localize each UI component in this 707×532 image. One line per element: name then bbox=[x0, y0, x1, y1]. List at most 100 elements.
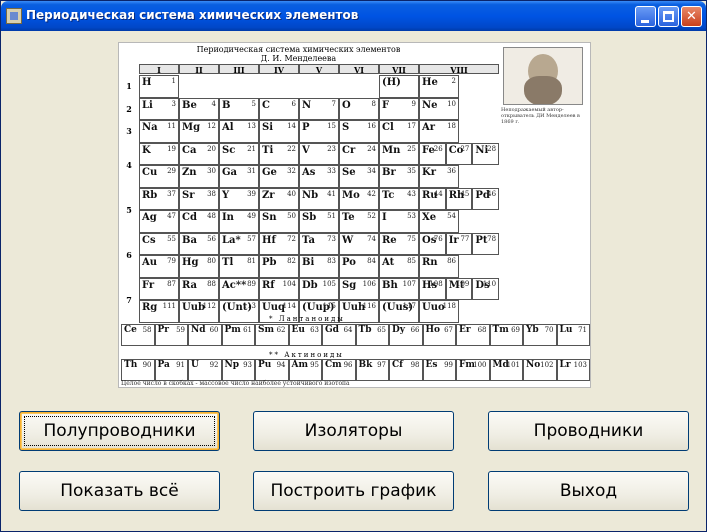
atomic-number: 66 bbox=[410, 326, 420, 334]
atomic-number: 30 bbox=[207, 167, 216, 175]
element-cell: Ru 44 bbox=[419, 187, 446, 210]
element-symbol: Am bbox=[291, 360, 309, 370]
element-symbol: Rf bbox=[262, 279, 275, 291]
element-cell: Tl 81 bbox=[219, 255, 259, 278]
element-cell: S 16 bbox=[339, 120, 379, 143]
element-symbol: Ta bbox=[302, 234, 315, 246]
lanthanides-label: * Лантаноиды bbox=[269, 315, 345, 323]
close-button[interactable]: ✕ bbox=[681, 6, 702, 27]
element-symbol: Si bbox=[262, 122, 274, 133]
atomic-number: 98 bbox=[410, 361, 420, 369]
semiconductors-button[interactable]: Полупроводники bbox=[19, 411, 220, 451]
atomic-number: 1 bbox=[171, 77, 176, 85]
element-cell: Md 101 bbox=[489, 359, 523, 381]
element-cell: Ce 58 bbox=[121, 324, 155, 346]
insulators-button[interactable]: Изоляторы bbox=[253, 411, 454, 451]
atomic-number: 61 bbox=[243, 326, 252, 334]
element-symbol: Tb bbox=[358, 325, 372, 335]
element-symbol: Cl bbox=[382, 122, 394, 133]
build-chart-button[interactable]: Построить график bbox=[253, 471, 454, 511]
atomic-number: 102 bbox=[540, 361, 554, 369]
atomic-number: 77 bbox=[460, 234, 470, 243]
title-bar[interactable]: Периодическая система химических элемент… bbox=[1, 1, 706, 31]
element-cell: Po 84 bbox=[339, 255, 379, 278]
atomic-number: 52 bbox=[367, 212, 376, 220]
atomic-number: 34 bbox=[367, 167, 376, 175]
element-cell: Fr 87 bbox=[139, 277, 179, 300]
element-symbol: Uub bbox=[182, 302, 205, 313]
element-cell: Ti 22 bbox=[259, 142, 299, 165]
element-symbol: Ge bbox=[262, 167, 277, 178]
atomic-number: 57 bbox=[247, 234, 256, 243]
atomic-number: 2 bbox=[451, 77, 456, 85]
element-cell: Cl 17 bbox=[379, 120, 419, 143]
element-cell: Es 99 bbox=[422, 359, 456, 381]
element-symbol: Rb bbox=[142, 189, 158, 201]
atomic-number: 11 bbox=[167, 122, 176, 130]
atomic-number: 22 bbox=[287, 144, 296, 153]
atomic-number: 28 bbox=[487, 144, 497, 153]
period-label: 1 bbox=[126, 81, 132, 91]
element-symbol: No bbox=[526, 360, 541, 370]
show-all-button[interactable]: Показать всё bbox=[19, 471, 220, 511]
element-cell: Ne 10 bbox=[419, 97, 459, 120]
element-cell: Dy 66 bbox=[389, 324, 423, 346]
element-cell: Ir 77 bbox=[445, 232, 473, 255]
element-symbol: Hf bbox=[262, 234, 276, 246]
element-cell: Sr 38 bbox=[179, 187, 219, 210]
element-cell: Gd 64 bbox=[322, 324, 356, 346]
atomic-number: 95 bbox=[310, 361, 319, 369]
element-symbol: Po bbox=[342, 257, 356, 268]
atomic-number: 9 bbox=[411, 99, 416, 108]
atomic-number: 38 bbox=[207, 189, 216, 198]
mendeleev-portrait bbox=[503, 47, 583, 105]
period-label: 6 bbox=[126, 249, 132, 260]
period-label: 7 bbox=[126, 294, 132, 305]
conductors-button[interactable]: Проводники bbox=[488, 411, 689, 451]
atomic-number: 107 bbox=[402, 279, 416, 288]
element-symbol: Pa bbox=[157, 360, 170, 370]
main-window: Периодическая система химических элемент… bbox=[0, 0, 707, 532]
element-cell: Ga 31 bbox=[219, 165, 259, 188]
atomic-number: 70 bbox=[544, 326, 554, 334]
group-header: IV bbox=[259, 64, 299, 74]
element-symbol: Cd bbox=[182, 212, 197, 223]
atomic-number: 117 bbox=[402, 302, 416, 310]
element-cell: Ds 110 bbox=[472, 277, 500, 300]
element-cell: Li 3 bbox=[139, 97, 179, 120]
atomic-number: 39 bbox=[247, 189, 256, 198]
element-symbol: Pr bbox=[157, 325, 170, 335]
minimize-button[interactable] bbox=[635, 6, 656, 27]
element-cell: Zn 30 bbox=[179, 165, 219, 188]
element-symbol: Br bbox=[382, 167, 396, 178]
atomic-number: 32 bbox=[287, 167, 296, 175]
atomic-number: 15 bbox=[327, 122, 336, 130]
element-symbol: Uuq bbox=[262, 302, 285, 313]
maximize-button[interactable] bbox=[658, 6, 679, 27]
atomic-number: 100 bbox=[473, 361, 487, 369]
exit-button[interactable]: Выход bbox=[488, 471, 689, 511]
atomic-number: 103 bbox=[573, 361, 587, 369]
element-cell: B5 bbox=[219, 97, 259, 120]
atomic-number: 85 bbox=[407, 257, 416, 265]
atomic-number: 96 bbox=[343, 361, 353, 369]
atomic-number: 3 bbox=[171, 99, 176, 108]
atomic-number: 53 bbox=[407, 212, 416, 220]
atomic-number: 89 bbox=[247, 279, 256, 288]
element-cell: Uuo 118 bbox=[419, 300, 459, 323]
atomic-number: 48 bbox=[207, 212, 216, 220]
element-cell: Zr 40 bbox=[259, 187, 299, 210]
element-cell: P 15 bbox=[299, 120, 339, 143]
element-cell: U 92 bbox=[188, 359, 222, 381]
element-symbol: Er bbox=[459, 325, 471, 335]
atomic-number: 5 bbox=[251, 99, 256, 108]
atomic-number: 17 bbox=[407, 122, 416, 130]
element-cell: Rg 111 bbox=[139, 300, 179, 323]
atomic-number: 106 bbox=[362, 279, 376, 288]
atomic-number: 51 bbox=[327, 212, 336, 220]
app-icon[interactable] bbox=[6, 8, 22, 24]
element-cell: Bi 83 bbox=[299, 255, 339, 278]
atomic-number: 73 bbox=[327, 234, 336, 243]
element-symbol: Be bbox=[182, 99, 197, 111]
atomic-number: 114 bbox=[282, 302, 296, 310]
